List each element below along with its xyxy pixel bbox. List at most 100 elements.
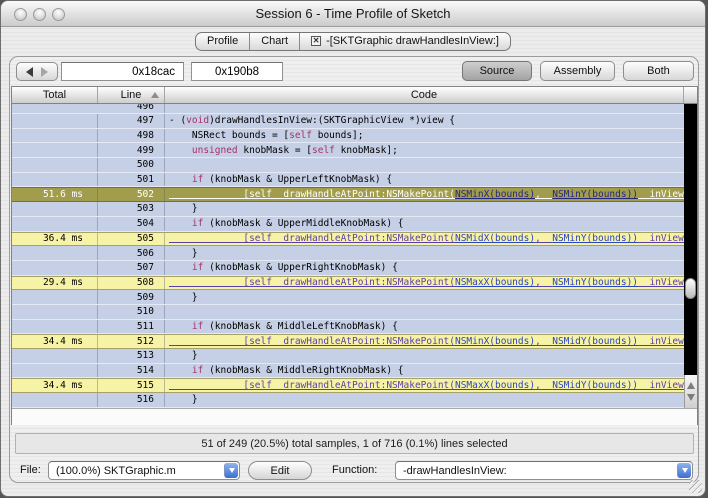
code-link[interactable]: ,	[535, 188, 552, 201]
table-row[interactable]: 516 }	[12, 393, 686, 408]
code-link[interactable]: inView:view];	[638, 277, 686, 290]
table-row[interactable]: 496	[12, 104, 686, 114]
code-cell: }	[165, 202, 686, 216]
back-forward-button[interactable]	[16, 62, 58, 81]
close-window-icon[interactable]	[14, 8, 27, 21]
vertical-scrollbar[interactable]	[684, 104, 697, 408]
code-linkfn[interactable]: NSMinY(bounds))	[552, 233, 638, 246]
code-text: (knobMask & UpperLeftKnobMask) {	[203, 173, 392, 186]
code-linkfn[interactable]: NSMidY(bounds))	[552, 335, 638, 348]
assembly-button[interactable]: Assembly	[540, 61, 615, 81]
code-linkfn[interactable]: NSMinX(bounds)	[455, 335, 535, 348]
table-row[interactable]: 497- (void)drawHandlesInView:(SKTGraphic…	[12, 114, 686, 129]
total-cell: 29.4 ms	[12, 277, 98, 290]
source-button[interactable]: Source	[462, 61, 532, 81]
zoom-window-icon[interactable]	[52, 8, 65, 21]
scrollbar-thumb[interactable]	[685, 278, 696, 299]
code-text: )drawHandlesInView:(SKTGraphicView *)vie…	[209, 114, 455, 127]
code-link[interactable]: inView:view];	[638, 233, 686, 246]
address-end-input[interactable]	[191, 62, 283, 81]
code-link[interactable]: ,	[535, 277, 552, 290]
app-window: Session 6 - Time Profile of Sketch Profi…	[0, 0, 706, 497]
edit-button[interactable]: Edit	[248, 461, 312, 480]
code-linkfn[interactable]: NSMidX(bounds)	[455, 233, 535, 246]
tab-profile[interactable]: Profile	[196, 33, 250, 50]
column-header-code[interactable]: Code	[165, 87, 684, 103]
code-link[interactable]: inView:view];	[638, 379, 686, 392]
line-number-cell: 515	[98, 379, 165, 392]
resize-grip[interactable]	[689, 480, 702, 493]
table-row[interactable]: 500	[12, 158, 686, 173]
code-linkfn[interactable]: NSMinY(bounds))	[552, 277, 638, 290]
table-row[interactable]: 507 if (knobMask & UpperRightKnobMask) {	[12, 261, 686, 276]
total-cell	[12, 129, 98, 143]
popup-arrow-icon[interactable]	[677, 463, 691, 478]
title-bar[interactable]: Session 6 - Time Profile of Sketch	[1, 1, 705, 27]
table-row[interactable]: 513 }	[12, 349, 686, 364]
code-table-body: 496497- (void)drawHandlesInView:(SKTGrap…	[12, 104, 697, 408]
table-row[interactable]: 501 if (knobMask & UpperLeftKnobMask) {	[12, 173, 686, 188]
code-text	[169, 173, 192, 186]
table-row[interactable]: 51.6 ms502 [self drawHandleAtPoint:NSMak…	[12, 187, 686, 202]
code-text: knobMask = [	[238, 144, 312, 157]
tab-chart[interactable]: Chart	[250, 33, 300, 50]
code-linkfn[interactable]: NSMaxX(bounds)	[455, 379, 535, 392]
horizontal-scrollbar-track[interactable]	[12, 408, 697, 425]
scrollbar-track[interactable]	[684, 104, 697, 375]
line-number-cell: 511	[98, 320, 165, 334]
line-number-cell: 512	[98, 335, 165, 348]
table-row[interactable]: 498 NSRect bounds = [self bounds];	[12, 129, 686, 144]
code-link[interactable]: ,	[535, 379, 552, 392]
code-linkfn[interactable]: NSMinX(bounds)	[455, 188, 535, 201]
table-row[interactable]: 34.4 ms515 [self drawHandleAtPoint:NSMak…	[12, 378, 686, 393]
code-link[interactable]: inView:view];	[638, 335, 686, 348]
table-row[interactable]: 503 }	[12, 202, 686, 217]
code-linkfn[interactable]: NSMinY(bounds))	[552, 188, 638, 201]
minimize-window-icon[interactable]	[33, 8, 46, 21]
table-row[interactable]: 511 if (knobMask & MiddleLeftKnobMask) {	[12, 320, 686, 335]
line-number-cell: 502	[98, 188, 165, 201]
popup-arrow-icon[interactable]	[224, 463, 238, 478]
code-linkfn[interactable]: NSMidY(bounds))	[552, 379, 638, 392]
code-link[interactable]: [self drawHandleAtPoint:NSMakePoint(	[169, 379, 455, 392]
code-text: - (	[169, 114, 186, 127]
line-number-cell: 503	[98, 202, 165, 216]
table-row[interactable]: 514 if (knobMask & MiddleRightKnobMask) …	[12, 364, 686, 379]
table-row[interactable]: 34.4 ms512 [self drawHandleAtPoint:NSMak…	[12, 334, 686, 349]
code-cell	[165, 158, 686, 172]
line-number-cell: 501	[98, 173, 165, 187]
code-link[interactable]: inView:view];	[638, 188, 686, 201]
table-row[interactable]: 506 }	[12, 246, 686, 261]
column-header-line[interactable]: Line	[98, 87, 165, 103]
table-row[interactable]: 504 if (knobMask & UpperMiddleKnobMask) …	[12, 217, 686, 232]
line-number-cell: 498	[98, 129, 165, 143]
line-number-cell: 509	[98, 290, 165, 304]
code-linkfn[interactable]: NSMaxX(bounds)	[455, 277, 535, 290]
function-popup[interactable]: -drawHandlesInView:	[395, 461, 693, 480]
table-row[interactable]: 510	[12, 305, 686, 320]
total-cell	[12, 202, 98, 216]
code-text	[169, 217, 192, 230]
table-row[interactable]: 29.4 ms508 [self drawHandleAtPoint:NSMak…	[12, 276, 686, 291]
file-popup[interactable]: (100.0%) SKTGraphic.m	[48, 461, 240, 480]
code-link[interactable]: [self drawHandleAtPoint:NSMakePoint(	[169, 277, 455, 290]
code-link[interactable]: ,	[535, 335, 552, 348]
scrollbar-corner	[684, 87, 697, 103]
scroll-up-icon[interactable]	[687, 382, 695, 389]
forward-icon[interactable]	[41, 67, 48, 77]
back-icon[interactable]	[26, 67, 33, 77]
table-row[interactable]: 509 }	[12, 290, 686, 305]
code-link[interactable]: [self drawHandleAtPoint:NSMakePoint(	[169, 188, 455, 201]
scroll-down-icon[interactable]	[687, 394, 695, 401]
close-tab-icon[interactable]: ✕	[311, 36, 321, 46]
code-table: Total Line Code 496497- (void)drawHandle…	[11, 86, 698, 425]
table-row[interactable]: 36.4 ms505 [self drawHandleAtPoint:NSMak…	[12, 232, 686, 247]
table-row[interactable]: 499 unsigned knobMask = [self knobMask];	[12, 143, 686, 158]
column-header-total[interactable]: Total	[12, 87, 98, 103]
code-link[interactable]: ,	[535, 233, 552, 246]
tab-code-browser[interactable]: ✕ -[SKTGraphic drawHandlesInView:]	[300, 33, 510, 50]
both-button[interactable]: Both	[623, 61, 694, 81]
code-link[interactable]: [self drawHandleAtPoint:NSMakePoint(	[169, 233, 455, 246]
code-link[interactable]: [self drawHandleAtPoint:NSMakePoint(	[169, 335, 455, 348]
address-start-input[interactable]	[61, 62, 184, 81]
